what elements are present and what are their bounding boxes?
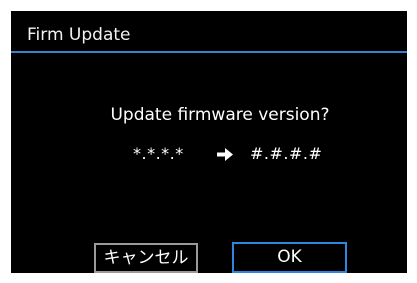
update-question: Update firmware version?	[110, 105, 330, 125]
title-bar: Firm Update	[11, 11, 407, 53]
title-divider	[11, 51, 407, 53]
version-row: *.*.*.* #.#.#.#	[11, 144, 407, 166]
firmware-update-screen: Firm Update Update firmware version? *.*…	[11, 11, 407, 273]
new-version: #.#.#.#	[250, 144, 323, 163]
ok-button[interactable]: OK	[232, 242, 347, 273]
page-title: Firm Update	[27, 25, 131, 45]
right-arrow-icon	[217, 148, 233, 161]
current-version: *.*.*.*	[133, 144, 184, 163]
cancel-button[interactable]: キャンセル	[94, 243, 198, 273]
